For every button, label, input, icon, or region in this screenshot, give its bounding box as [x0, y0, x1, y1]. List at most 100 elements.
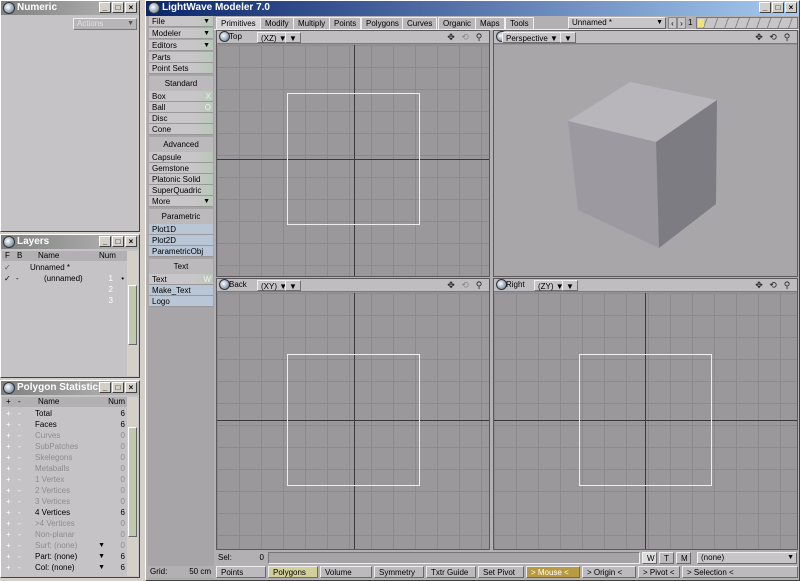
zoom-view-icon[interactable]: ⚲ — [781, 280, 793, 291]
add-selection-icon[interactable]: + — [6, 430, 14, 441]
stat-row[interactable]: + -2 Vertices 0 — [2, 485, 127, 496]
tab-multiply[interactable]: Multiply — [293, 17, 331, 29]
remove-selection-icon[interactable]: - — [18, 441, 26, 452]
menu-modeler[interactable]: Modeler ▼ — [149, 28, 213, 39]
polystats-titlebar[interactable]: Polygon Statistics _ □ × — [1, 381, 139, 395]
close-button[interactable]: × — [125, 382, 137, 393]
add-selection-icon[interactable]: + — [6, 518, 14, 529]
col-num[interactable]: Num — [99, 251, 116, 261]
actions-dropdown[interactable]: Actions ▼ — [73, 18, 137, 30]
zoom-view-icon[interactable]: ⚲ — [473, 280, 485, 291]
move-view-icon[interactable]: ✥ — [445, 280, 457, 291]
stat-row[interactable]: + - Curves 0 — [2, 430, 127, 441]
chevron-down-icon[interactable]: ▼ — [98, 562, 105, 573]
tab-polygons[interactable]: Polygons — [361, 17, 404, 29]
zoom-view-icon[interactable]: ⚲ — [473, 32, 485, 43]
tool-cone[interactable]: Cone — [149, 124, 213, 135]
remove-selection-icon[interactable]: - — [18, 496, 26, 507]
tool-text[interactable]: Text W — [149, 274, 213, 285]
render-mode-dropdown[interactable]: ▼ — [285, 32, 301, 43]
tool-box[interactable]: Box X — [149, 91, 213, 102]
close-button[interactable]: × — [125, 236, 137, 247]
add-selection-icon[interactable]: + — [6, 408, 14, 419]
add-selection-icon[interactable]: + — [6, 529, 14, 540]
maximize-button[interactable]: □ — [112, 2, 124, 13]
layer-bg-check[interactable]: - — [16, 273, 24, 284]
symmetry-button[interactable]: Symmetry — [374, 566, 424, 578]
remove-selection-icon[interactable]: - — [18, 529, 26, 540]
col-plus[interactable]: + — [6, 397, 11, 407]
mode-volume-button[interactable]: Volume — [320, 566, 372, 578]
menu-editors[interactable]: Editors ▼ — [149, 40, 213, 51]
move-view-icon[interactable]: ✥ — [445, 32, 457, 43]
stat-row[interactable]: + - Faces 6 — [2, 419, 127, 430]
close-button[interactable]: × — [125, 2, 137, 13]
add-selection-icon[interactable]: + — [6, 452, 14, 463]
render-mode-dropdown[interactable]: ▼ — [285, 280, 301, 291]
tool-plot1d[interactable]: Plot1D — [149, 224, 213, 235]
tab-organic[interactable]: Organic — [438, 17, 477, 29]
layer-prev-button[interactable]: ‹ — [668, 17, 677, 29]
menu-parts[interactable]: Parts — [149, 52, 213, 63]
rotate-view-icon[interactable]: ⟲ — [767, 280, 779, 291]
layer-row[interactable]: ✓ - (unnamed) 1 • — [2, 273, 127, 284]
move-view-icon[interactable]: ✥ — [753, 280, 765, 291]
set-pivot-button[interactable]: Set Pivot — [478, 566, 524, 578]
remove-selection-icon[interactable]: - — [18, 485, 26, 496]
action-center-pivot-button[interactable]: > Pivot < — [638, 566, 680, 578]
move-view-icon[interactable]: ✥ — [753, 32, 765, 43]
tool-ball[interactable]: Ball O — [149, 102, 213, 113]
tool-superquadric[interactable]: SuperQuadric — [149, 185, 213, 196]
tool-disc[interactable]: Disc — [149, 113, 213, 124]
stat-row[interactable]: + - Metaballs 0 — [2, 463, 127, 474]
render-mode-dropdown[interactable]: ▼ — [562, 280, 578, 291]
layers-scrollbar[interactable] — [127, 251, 138, 376]
layer-object-row[interactable]: ✓ Unnamed * — [2, 262, 127, 273]
stat-row[interactable]: + - Surf: (none) 0 ▼ — [2, 540, 127, 551]
remove-selection-icon[interactable]: - — [18, 507, 26, 518]
tool-logo[interactable]: Logo — [149, 296, 213, 307]
tab-points[interactable]: Points — [329, 17, 362, 29]
mode-polygons-button[interactable]: Polygons — [268, 566, 318, 578]
modeler-titlebar[interactable]: LightWave Modeler 7.0 _ □ × — [146, 1, 799, 16]
col-b[interactable]: B — [17, 251, 22, 261]
stat-row[interactable]: + -4 Vertices 6 — [2, 507, 127, 518]
tab-curves[interactable]: Curves — [402, 17, 438, 29]
add-selection-icon[interactable]: + — [6, 474, 14, 485]
tool-plot2d[interactable]: Plot2D — [149, 235, 213, 246]
add-selection-icon[interactable]: + — [6, 551, 14, 562]
tool-gemstone[interactable]: Gemstone — [149, 163, 213, 174]
remove-selection-icon[interactable]: - — [18, 408, 26, 419]
add-selection-icon[interactable]: + — [6, 419, 14, 430]
mode-points-button[interactable]: Points — [216, 566, 266, 578]
tool-platonic-solid[interactable]: Platonic Solid — [149, 174, 213, 185]
tab-tools[interactable]: Tools — [505, 17, 534, 29]
action-center-mouse-button[interactable]: > Mouse < — [526, 566, 580, 578]
stat-row[interactable]: + - Part: (none) 6 ▼ — [2, 551, 127, 562]
texture-button[interactable]: T — [659, 552, 674, 564]
remove-selection-icon[interactable]: - — [18, 551, 26, 562]
zoom-view-icon[interactable]: ⚲ — [781, 32, 793, 43]
minimize-button[interactable]: _ — [99, 2, 111, 13]
tool-capsule[interactable]: Capsule — [149, 152, 213, 163]
stat-row[interactable]: + - SubPatches 0 — [2, 441, 127, 452]
remove-selection-icon[interactable]: - — [18, 419, 26, 430]
action-center-origin-button[interactable]: > Origin < — [582, 566, 636, 578]
tab-modify[interactable]: Modify — [260, 17, 294, 29]
viewport-perspective[interactable]: Perspective ▼ ▼ ✥ ⟲ ⚲ — [493, 30, 798, 277]
polystats-scrollbar[interactable] — [127, 397, 138, 576]
world-coords-button[interactable]: W — [642, 552, 657, 564]
stat-row[interactable]: + - Skelegons 0 — [2, 452, 127, 463]
remove-selection-icon[interactable]: - — [18, 518, 26, 529]
add-selection-icon[interactable]: + — [6, 507, 14, 518]
minimize-button[interactable]: _ — [99, 382, 111, 393]
chevron-down-icon[interactable]: ▼ — [98, 551, 105, 562]
col-minus[interactable]: - — [18, 397, 21, 407]
surface-select[interactable]: (none) ▼ — [697, 552, 797, 564]
remove-selection-icon[interactable]: - — [18, 463, 26, 474]
menu-point-sets[interactable]: Point Sets — [149, 63, 213, 74]
menu-more[interactable]: More ▼ — [149, 196, 213, 207]
tool-parametricobj[interactable]: ParametricObj — [149, 246, 213, 257]
remove-selection-icon[interactable]: - — [18, 540, 26, 551]
tab-primitives[interactable]: Primitives — [216, 17, 261, 29]
